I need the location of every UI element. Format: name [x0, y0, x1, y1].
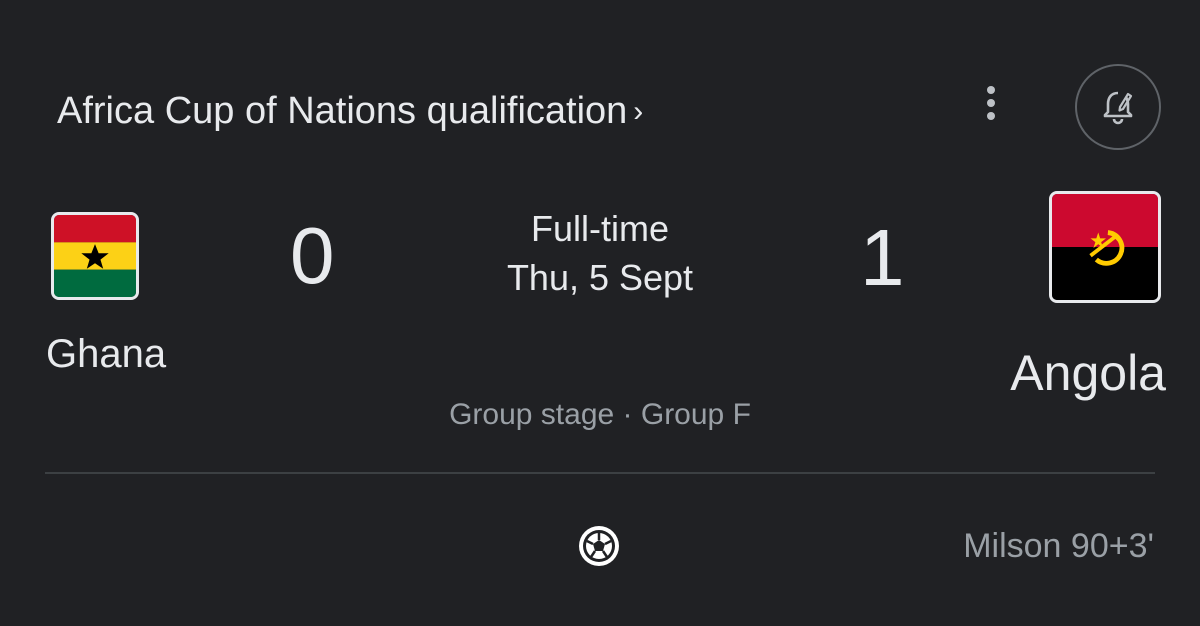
soccer-ball-icon: [576, 523, 622, 569]
notification-bell-icon: [1103, 91, 1133, 125]
ghana-flag-icon[interactable]: [51, 212, 139, 300]
match-card: Africa Cup of Nations qualification › Gha…: [0, 0, 1200, 626]
angola-flag-icon[interactable]: [1049, 191, 1161, 303]
away-score: 1: [860, 213, 905, 302]
chevron-right-icon: ›: [633, 95, 644, 128]
more-vert-icon-dot: [987, 112, 995, 120]
group-stage-label[interactable]: Group stage · Group F: [350, 398, 850, 432]
match-date: Thu, 5 Sept: [506, 257, 694, 298]
competition-link[interactable]: Africa Cup of Nations qualification ›: [57, 88, 643, 135]
match-status: Full-time: [530, 208, 669, 249]
away-team-name[interactable]: Angola: [1010, 344, 1166, 402]
home-score: 0: [290, 211, 335, 300]
more-vert-icon: [987, 86, 995, 94]
goal-scorer: Milson 90+3': [963, 527, 1154, 565]
divider: [45, 472, 1155, 474]
notification-button[interactable]: [1075, 64, 1161, 150]
more-vert-icon-dot: [987, 99, 995, 107]
home-team-name[interactable]: Ghana: [46, 332, 166, 377]
competition-title: Africa Cup of Nations qualification: [57, 90, 628, 132]
more-options-button[interactable]: [970, 80, 1012, 126]
